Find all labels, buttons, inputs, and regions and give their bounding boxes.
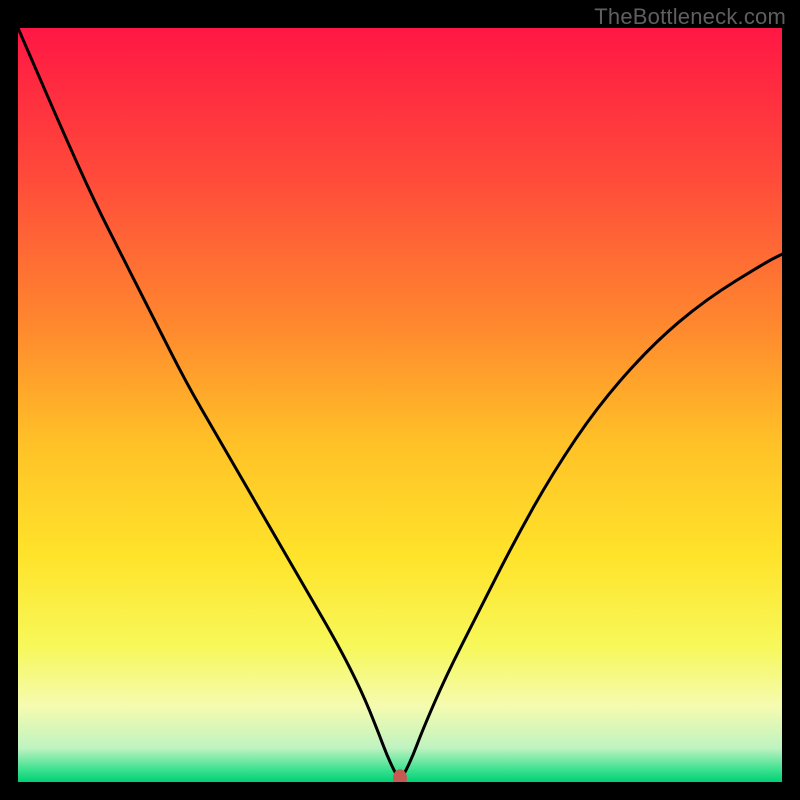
bottleneck-chart (18, 28, 782, 782)
watermark-text: TheBottleneck.com (594, 4, 786, 30)
chart-frame: TheBottleneck.com (0, 0, 800, 800)
gradient-background (18, 28, 782, 782)
plot-area (18, 28, 782, 782)
